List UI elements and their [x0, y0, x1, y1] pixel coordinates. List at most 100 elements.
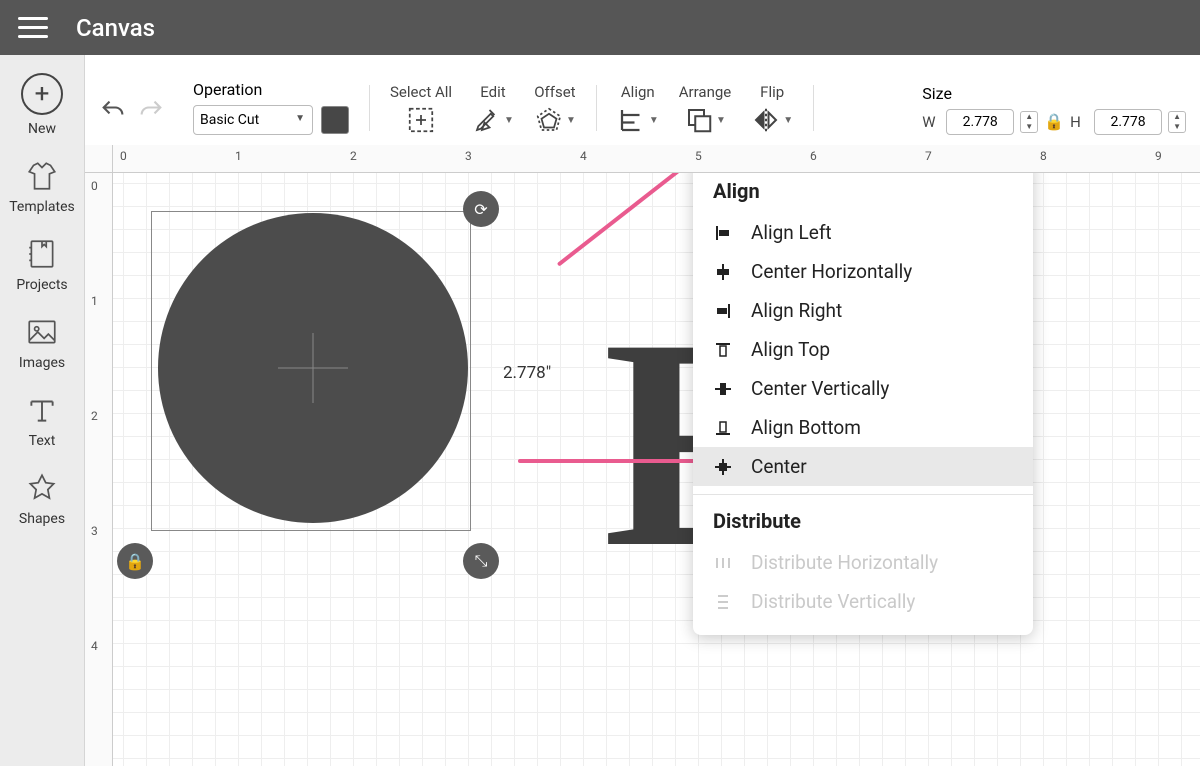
- ruler-tick: 7: [925, 149, 932, 163]
- flip-icon: [751, 105, 781, 135]
- sidebar-item-templates[interactable]: Templates: [9, 159, 75, 215]
- chevron-down-icon: ▼: [783, 115, 793, 126]
- sidebar-item-label: New: [28, 121, 56, 137]
- edit-icon: [472, 105, 502, 135]
- center-horizontally-item[interactable]: Center Horizontally: [693, 252, 1033, 291]
- arrange-button[interactable]: ▼: [684, 105, 726, 135]
- ruler-tick: 4: [91, 639, 98, 653]
- chevron-down-icon: ▼: [504, 115, 514, 126]
- toolbar: Operation Basic Cut Select All: [85, 55, 1200, 145]
- sidebar-item-projects[interactable]: Projects: [16, 237, 67, 293]
- ruler-horizontal: 0 1 2 3 4 5 6 7 8 9: [113, 145, 1200, 173]
- sidebar-item-images[interactable]: Images: [19, 315, 65, 371]
- star-icon: [25, 471, 59, 505]
- ruler-tick: 2: [91, 409, 98, 423]
- menu-icon[interactable]: [18, 17, 48, 38]
- ruler-tick: 1: [91, 294, 98, 308]
- sidebar-item-new[interactable]: + New: [21, 73, 63, 137]
- dropdown-item-label: Center Vertically: [751, 377, 889, 400]
- annotation-arrow: [518, 459, 718, 463]
- text-icon: [25, 393, 59, 427]
- tshirt-icon: [25, 159, 59, 193]
- height-input[interactable]: [1094, 109, 1162, 135]
- select-all-button[interactable]: [406, 105, 436, 135]
- dropdown-item-label: Distribute Vertically: [751, 590, 915, 613]
- ruler-tick: 8: [1040, 149, 1047, 163]
- dropdown-item-label: Center: [751, 455, 807, 478]
- color-swatch[interactable]: [321, 106, 349, 134]
- workarea: Operation Basic Cut Select All: [85, 55, 1200, 766]
- flip-button[interactable]: ▼: [751, 105, 793, 135]
- width-input[interactable]: [946, 109, 1014, 135]
- lock-handle[interactable]: 🔒: [117, 543, 153, 579]
- undo-icon: [99, 97, 127, 125]
- ruler-tick: 5: [695, 149, 702, 163]
- align-right-item[interactable]: Align Right: [693, 291, 1033, 330]
- chevron-down-icon: ▼: [566, 115, 576, 126]
- center-h-icon: [713, 263, 733, 281]
- h-label: H: [1070, 113, 1088, 131]
- sidebar-item-shapes[interactable]: Shapes: [19, 471, 65, 527]
- sidebar-item-text[interactable]: Text: [25, 393, 59, 449]
- align-right-icon: [713, 302, 733, 320]
- ruler-corner: [85, 145, 113, 173]
- sidebar-item-label: Images: [19, 355, 65, 371]
- align-button[interactable]: ▼: [617, 105, 659, 135]
- dropdown-item-label: Align Top: [751, 338, 830, 361]
- edit-button[interactable]: ▼: [472, 105, 514, 135]
- rotate-handle[interactable]: ⟳: [463, 191, 499, 227]
- align-top-item[interactable]: Align Top: [693, 330, 1033, 369]
- sidebar-item-label: Projects: [16, 277, 67, 293]
- align-top-icon: [713, 341, 733, 359]
- resize-handle[interactable]: ⤡: [463, 543, 499, 579]
- dropdown-item-label: Align Left: [751, 221, 832, 244]
- ruler-tick: 0: [91, 179, 98, 193]
- arrange-icon: [684, 105, 714, 135]
- dropdown-item-label: Align Bottom: [751, 416, 861, 439]
- align-bottom-item[interactable]: Align Bottom: [693, 408, 1033, 447]
- w-label: W: [922, 113, 940, 131]
- align-left-item[interactable]: Align Left: [693, 213, 1033, 252]
- ruler-area: 0 1 2 3 4 5 6 7 8 9 0 1 2 3 4 E: [85, 145, 1200, 766]
- size-label: Size: [922, 84, 1186, 103]
- divider: [693, 494, 1033, 495]
- sidebar-item-label: Templates: [9, 199, 75, 215]
- ruler-tick: 9: [1155, 149, 1162, 163]
- ruler-tick: 4: [580, 149, 587, 163]
- ruler-tick: 0: [120, 149, 127, 163]
- center-vertically-item[interactable]: Center Vertically: [693, 369, 1033, 408]
- tool-label: Flip: [760, 83, 784, 101]
- lock-icon[interactable]: 🔒: [1044, 112, 1064, 131]
- offset-icon: [534, 105, 564, 135]
- sidebar-item-label: Shapes: [19, 511, 65, 527]
- selection-box[interactable]: [151, 211, 471, 531]
- dimension-label: 2.778": [503, 363, 551, 383]
- ruler-tick: 1: [235, 149, 242, 163]
- redo-button[interactable]: [137, 97, 165, 129]
- dropdown-item-label: Center Horizontally: [751, 260, 912, 283]
- sidebar-item-label: Text: [29, 433, 56, 449]
- ruler-tick: 6: [810, 149, 817, 163]
- distribute-h-icon: [713, 554, 733, 572]
- chevron-down-icon: ▼: [649, 115, 659, 126]
- dropdown-item-label: Align Right: [751, 299, 842, 322]
- operation-select[interactable]: Basic Cut: [193, 105, 313, 135]
- sidebar: + New Templates Projects Images Text Sha…: [0, 55, 85, 766]
- center-icon: [713, 458, 733, 476]
- center-item[interactable]: Center: [693, 447, 1033, 486]
- tool-label: Offset: [534, 83, 575, 101]
- operation-label: Operation: [193, 80, 349, 99]
- canvas[interactable]: E ⟳ ⤡ 🔒 2.778" Align A: [113, 173, 1200, 766]
- ruler-vertical: 0 1 2 3 4: [85, 173, 113, 766]
- dropdown-heading: Align: [693, 173, 1033, 213]
- image-icon: [25, 315, 59, 349]
- redo-icon: [137, 97, 165, 125]
- offset-button[interactable]: ▼: [534, 105, 576, 135]
- undo-button[interactable]: [99, 97, 127, 129]
- tool-label: Edit: [480, 83, 505, 101]
- plus-icon: +: [21, 73, 63, 115]
- dropdown-heading: Distribute: [693, 503, 1033, 543]
- height-stepper[interactable]: ▲▼: [1168, 111, 1186, 133]
- width-stepper[interactable]: ▲▼: [1020, 111, 1038, 133]
- chevron-down-icon: ▼: [716, 115, 726, 126]
